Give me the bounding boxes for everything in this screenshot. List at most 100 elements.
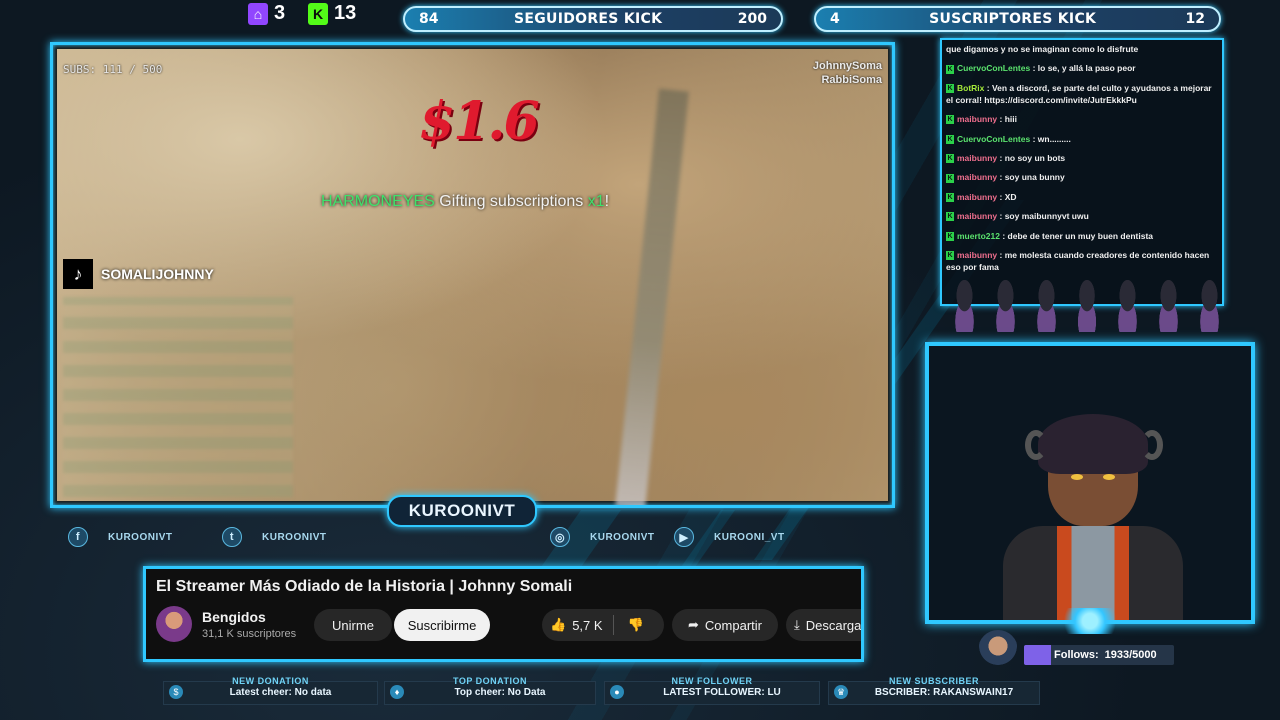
chat-user[interactable]: maibunny <box>957 114 997 124</box>
kick-badge-icon: K <box>946 173 954 183</box>
video-social-overlay: JohnnySoma RabbiSoma <box>813 59 882 87</box>
chat-text: : debe de tener un muy buen dentista <box>1000 230 1154 241</box>
alert-new-donation: $ NEW DONATION Latest cheer: No data <box>163 676 378 705</box>
kick-badge-icon: K <box>946 115 954 125</box>
alert-new-subscriber: ♛ NEW SUBSCRIBER BSCRIBER: RAKANSWAIN17 <box>828 676 1040 705</box>
chat-user[interactable]: muerto212 <box>957 231 1000 241</box>
subscribe-button[interactable]: Suscribirme <box>394 609 490 641</box>
twitter-icon: t <box>222 527 242 547</box>
pixelated-chat-overlay <box>63 297 293 497</box>
followers-goal-current: 84 <box>419 11 439 27</box>
like-divider <box>612 615 614 635</box>
kick-badge-icon: K <box>946 231 954 241</box>
chat-text: : soy maibunnyvt uwu <box>997 211 1089 222</box>
share-button[interactable]: ➦ Compartir <box>672 609 778 641</box>
social-twitter[interactable]: t KUROONIVT <box>222 527 327 547</box>
subs-counter: SUBS: 111 / 500 <box>63 63 163 76</box>
chat-text: que digamos y no se imaginan como lo dis… <box>946 44 1139 54</box>
join-button[interactable]: Unirme <box>314 609 392 641</box>
chat-user[interactable]: maibunny <box>957 172 997 182</box>
channel-subscribers: 31,1 K suscriptores <box>202 628 297 640</box>
kick-badge-icon: K <box>946 251 954 261</box>
social-youtube[interactable]: ▶ KUROONI_VT <box>674 527 785 547</box>
twitch-count: 3 <box>274 2 286 24</box>
kick-badge-icon: K <box>946 154 954 164</box>
chat-user[interactable]: maibunny <box>957 250 997 260</box>
webcam-glow-ornament <box>1055 608 1125 634</box>
chat-message: Kmaibunny : XD <box>946 191 1218 203</box>
social-instagram[interactable]: ◎ KUROONIVT <box>550 527 655 547</box>
kick-badge-icon: K <box>946 134 954 144</box>
channel-avatar[interactable] <box>156 606 192 642</box>
chat-user[interactable]: maibunny <box>957 211 997 221</box>
thumbs-up-icon[interactable]: 👍 <box>550 617 566 633</box>
avatar-horn-right <box>1141 430 1163 460</box>
thumbs-down-icon[interactable]: 👎 <box>628 617 644 633</box>
channel-tag: KUROONIVT <box>387 495 537 527</box>
crown-icon: ♛ <box>834 685 848 699</box>
donation-icon: $ <box>169 685 183 699</box>
chat-text: : no soy un bots <box>997 152 1066 163</box>
donation-amount: $1.6 <box>419 91 540 152</box>
twitch-counter: ⌂ 3 <box>248 2 285 25</box>
chat-user[interactable]: maibunny <box>957 192 997 202</box>
chat-message: K CuervoConLentes : lo se, y allá la paso… <box>946 62 1218 74</box>
gift-bang: ! <box>604 193 610 210</box>
chat-user[interactable]: BotRix <box>957 83 984 93</box>
tiktok-watermark: ♪ SOMALIJOHNNY <box>63 259 214 289</box>
chat-message: K CuervoConLentes : wn......... <box>946 133 1218 145</box>
subs-goal-bar: 4 SUSCRIPTORES KICK 12 <box>814 6 1221 32</box>
youtube-video-card: El Streamer Más Odiado de la Historia | … <box>143 566 864 662</box>
chat-user[interactable]: CuervoConLentes <box>957 134 1030 144</box>
chibi-emote <box>1191 280 1229 332</box>
gift-text: Gifting subscriptions <box>434 193 588 210</box>
chat-message: que digamos y no se imaginan como lo dis… <box>946 43 1218 55</box>
alert-label: NEW FOLLOWER <box>671 676 753 686</box>
chat-text: : hiii <box>997 114 1017 125</box>
chat-message: Kmuerto212 : debe de tener un muy buen d… <box>946 230 1218 242</box>
social-label: KUROONIVT <box>108 531 173 543</box>
tiktok-icon: ♪ <box>63 259 93 289</box>
download-icon: ⤓ <box>794 617 800 632</box>
kick-badge-icon: K <box>946 84 954 94</box>
instagram-icon: ◎ <box>550 527 570 547</box>
like-count[interactable]: 5,7 K <box>572 618 602 633</box>
kick-badge-icon: K <box>946 212 954 222</box>
alert-text: Latest cheer: No data <box>229 687 332 698</box>
kick-count: 13 <box>334 2 357 24</box>
follows-goal-bar: Follows: 1933/5000 <box>1024 645 1174 665</box>
avatar-eye <box>1071 474 1083 480</box>
kick-badge-icon: K <box>946 64 954 74</box>
avatar-hair <box>1038 414 1148 474</box>
chibi-emote <box>1027 280 1065 332</box>
avatar-horn-left <box>1025 430 1047 460</box>
video-title[interactable]: El Streamer Más Odiado de la Historia | … <box>156 578 572 596</box>
social-label: KUROONI_VT <box>714 531 785 543</box>
character-emote-row <box>946 280 1229 332</box>
chat-message: Kmaibunny : me molesta cuando creadores … <box>946 249 1218 273</box>
alert-new-follower: ● NEW FOLLOWER LATEST FOLLOWER: LU <box>604 676 820 705</box>
vtuber-avatar <box>1003 414 1183 620</box>
chat-message: Kmaibunny : no soy un bots <box>946 152 1218 164</box>
facebook-icon: f <box>68 527 88 547</box>
video-wall-crack <box>615 88 689 505</box>
avatar-eye <box>1103 474 1115 480</box>
chat-message: Kmaibunny : soy una bunny <box>946 171 1218 183</box>
chat-user[interactable]: maibunny <box>957 153 997 163</box>
like-dislike-group: 👍 5,7 K 👎 <box>542 609 664 641</box>
overlay-line-1: JohnnySoma <box>812 60 882 72</box>
channel-name[interactable]: Bengidos <box>202 609 266 625</box>
video-content[interactable]: SUBS: 111 / 500 $1.6 HARMONEYES Gifting … <box>57 49 888 505</box>
alert-text: LATEST FOLLOWER: LU <box>663 687 781 698</box>
alert-label: NEW DONATION <box>232 676 309 686</box>
followers-goal-bar: 84 SEGUIDORES KICK 200 <box>403 6 783 32</box>
chibi-emote <box>1109 280 1147 332</box>
subs-goal-current: 4 <box>830 11 840 27</box>
chat-user[interactable]: CuervoConLentes <box>957 63 1030 73</box>
youtube-icon: ▶ <box>674 527 694 547</box>
social-facebook[interactable]: f KUROONIVT <box>68 527 173 547</box>
webcam-frame <box>925 342 1255 624</box>
download-button[interactable]: ⤓ Descargar <box>786 609 861 641</box>
chat-panel[interactable]: que digamos y no se imaginan como lo dis… <box>940 38 1224 306</box>
followers-goal-title: SEGUIDORES KICK <box>514 11 663 27</box>
